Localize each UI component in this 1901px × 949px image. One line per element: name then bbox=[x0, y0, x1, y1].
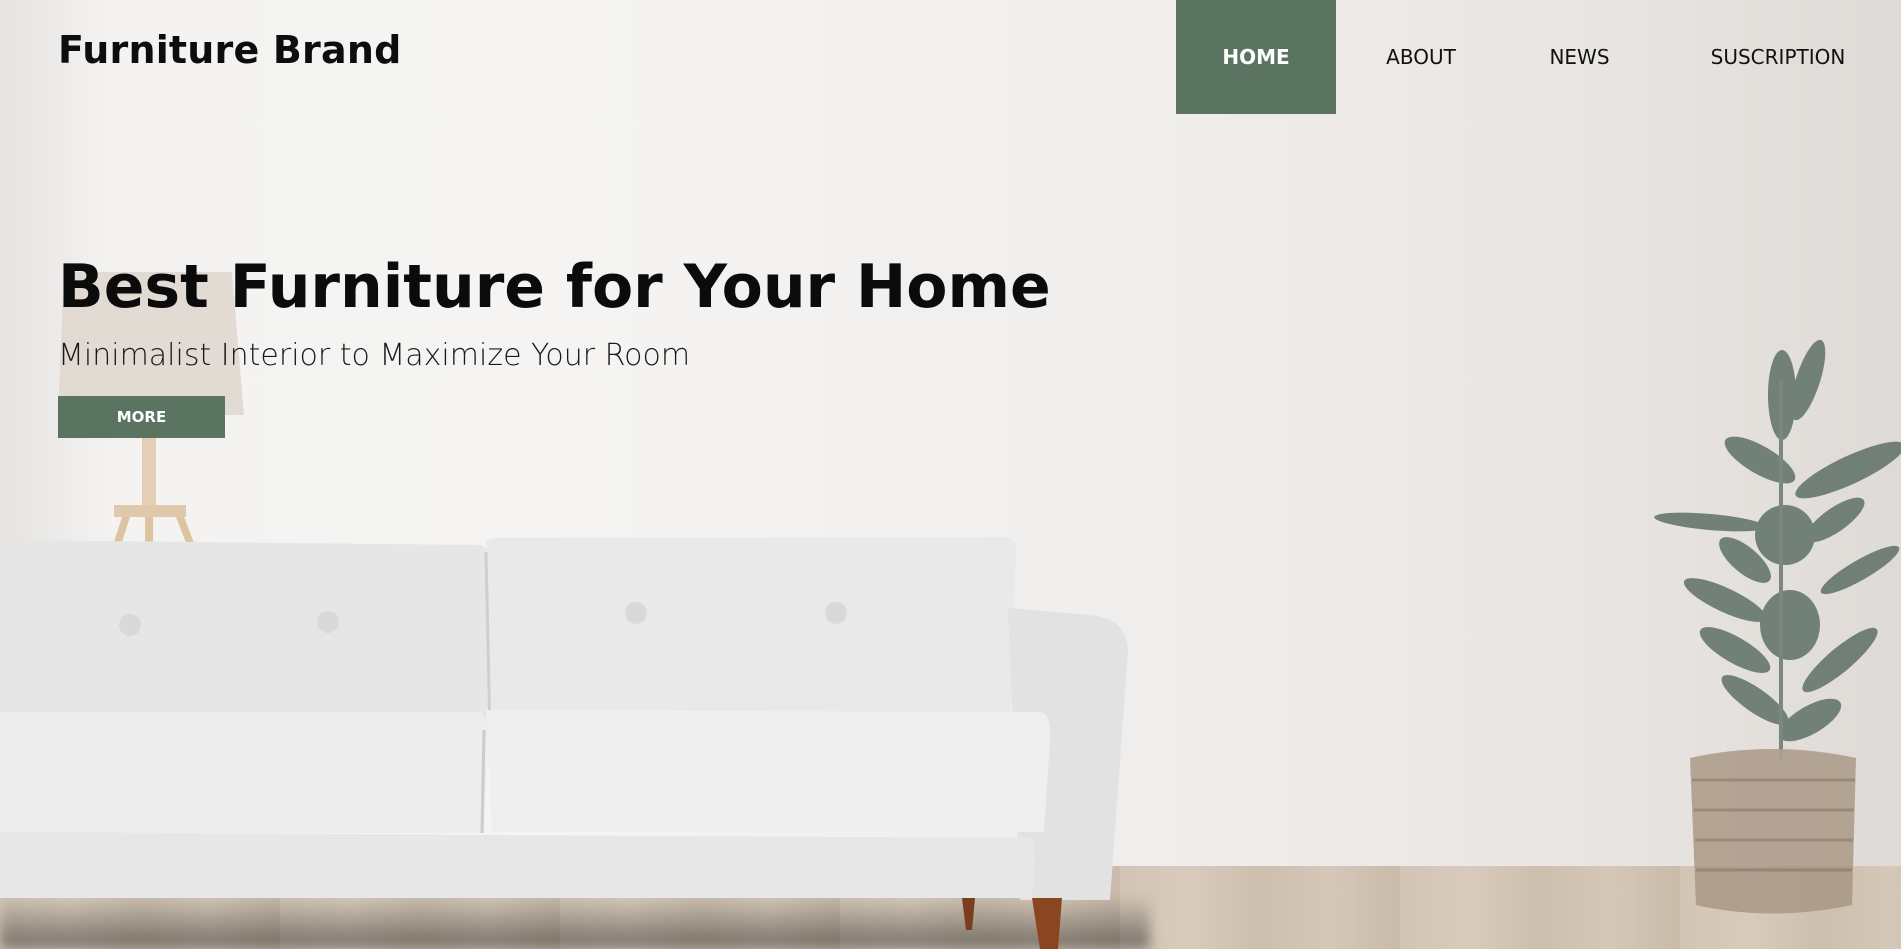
nav-about[interactable]: ABOUT bbox=[1336, 0, 1506, 114]
sofa-illustration bbox=[0, 537, 1128, 949]
hero-subtitle: Minimalist Interior to Maximize Your Roo… bbox=[58, 338, 691, 373]
more-button[interactable]: MORE bbox=[58, 396, 225, 438]
hero-title: Best Furniture for Your Home bbox=[58, 252, 1051, 322]
brand-logo[interactable]: Furniture Brand bbox=[58, 28, 402, 72]
nav-suscription[interactable]: SUSCRIPTION bbox=[1653, 0, 1901, 114]
potted-plant-illustration bbox=[1654, 339, 1901, 914]
main-navigation: HOME ABOUT NEWS SUSCRIPTION bbox=[1176, 0, 1901, 114]
room-scene bbox=[0, 272, 1901, 949]
nav-home[interactable]: HOME bbox=[1176, 0, 1336, 114]
nav-news[interactable]: NEWS bbox=[1506, 0, 1653, 114]
